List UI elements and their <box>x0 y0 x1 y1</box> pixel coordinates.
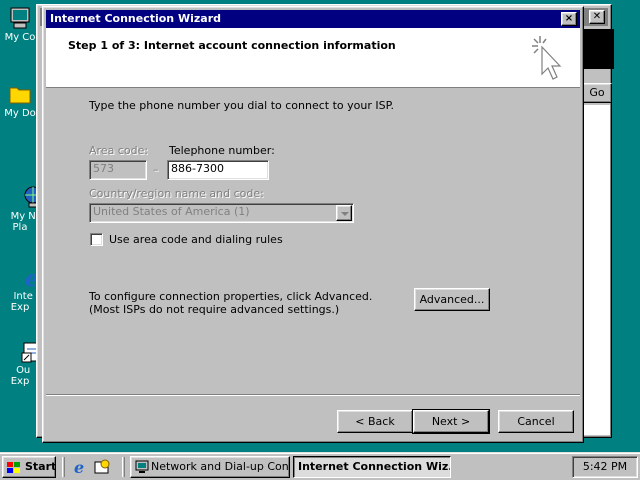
ie-quicklaunch-icon[interactable]: e <box>72 458 88 477</box>
use-dialing-rules-checkbox[interactable] <box>90 233 103 246</box>
wizard-header: Step 1 of 3: Internet account connection… <box>46 28 580 88</box>
desktop-icon-my-documents[interactable]: My Do <box>0 82 40 119</box>
svg-text:e: e <box>74 459 84 475</box>
outlook-express-icon <box>8 328 41 363</box>
desktop-icon-label: My N Pla <box>10 211 36 233</box>
tasks-grip[interactable] <box>122 457 125 477</box>
throbber-panel <box>582 29 614 69</box>
country-label: Country/region name and code: <box>89 187 264 200</box>
start-button[interactable]: Start <box>2 456 56 478</box>
network-dialup-close-button[interactable]: ✕ <box>589 10 605 24</box>
desktop-icon-my-computer[interactable]: My Co <box>0 6 40 43</box>
chevron-down-icon <box>336 205 352 221</box>
quicklaunch-grip[interactable] <box>62 457 65 477</box>
my-network-places-icon <box>8 174 42 208</box>
advanced-help-text-1: To configure connection properties, clic… <box>89 290 373 303</box>
outlook-quicklaunch-icon[interactable] <box>94 459 110 475</box>
wizard-close-button[interactable]: × <box>561 12 577 26</box>
country-select-value: United States of America (1) <box>93 205 250 218</box>
cancel-button[interactable]: Cancel <box>498 410 574 433</box>
network-connections-icon <box>135 460 149 474</box>
desktop-icon-internet-explorer[interactable]: e Inte Exp <box>0 232 40 313</box>
content-pane <box>582 105 610 435</box>
task-label: Network and Dial-up Conn... <box>151 460 289 473</box>
country-select: United States of America (1) <box>89 203 354 223</box>
button-separator <box>46 394 580 396</box>
advanced-help-text-2: (Most ISPs do not require advanced setti… <box>89 303 340 316</box>
clock[interactable]: 5:42 PM <box>583 460 627 473</box>
telephone-label: Telephone number: <box>169 144 275 157</box>
system-tray: 5:42 PM <box>572 456 638 478</box>
wizard-titlebar[interactable]: Internet Connection Wizard × <box>46 10 580 28</box>
back-button[interactable]: < Back <box>337 410 413 433</box>
desktop-icon-outlook-express[interactable]: Ou Exp <box>0 306 41 387</box>
area-code-label: Area code: <box>89 144 149 157</box>
desktop-icon-label: My Do <box>4 108 36 119</box>
desktop-icon-my-network-places[interactable]: My N Pla <box>0 152 42 233</box>
desktop-icon-label: Ou Exp <box>10 365 31 387</box>
instruction-text: Type the phone number you dial to connec… <box>89 99 394 112</box>
area-code-dash: – <box>153 163 159 176</box>
internet-connection-wizard: Internet Connection Wizard × Step 1 of 3… <box>42 6 584 443</box>
area-code-field: 573 <box>89 160 147 180</box>
task-network-dialup[interactable]: Network and Dial-up Conn... <box>130 456 290 478</box>
wizard-cursor-icon <box>530 34 570 82</box>
internet-explorer-icon: e <box>8 254 39 292</box>
go-button[interactable]: Go <box>582 83 612 103</box>
my-documents-icon <box>8 82 32 106</box>
task-internet-connection-wizard[interactable]: Internet Connection Wiz... <box>293 456 451 478</box>
my-computer-icon <box>8 6 32 30</box>
step-heading: Step 1 of 3: Internet account connection… <box>68 39 396 52</box>
next-button[interactable]: Next > <box>412 409 490 434</box>
windows-logo-icon <box>7 461 21 473</box>
start-label: Start <box>25 460 57 473</box>
telephone-field[interactable]: 886-7300 <box>167 160 269 180</box>
task-label: Internet Connection Wiz... <box>298 460 451 473</box>
advanced-button[interactable]: Advanced... <box>414 288 490 311</box>
taskbar: Start e Network and Dial-up Conn... Inte… <box>0 452 640 480</box>
wizard-title: Internet Connection Wizard <box>50 12 221 25</box>
desktop-icon-label: My Co <box>4 32 36 43</box>
use-dialing-rules-label[interactable]: Use area code and dialing rules <box>109 233 283 246</box>
